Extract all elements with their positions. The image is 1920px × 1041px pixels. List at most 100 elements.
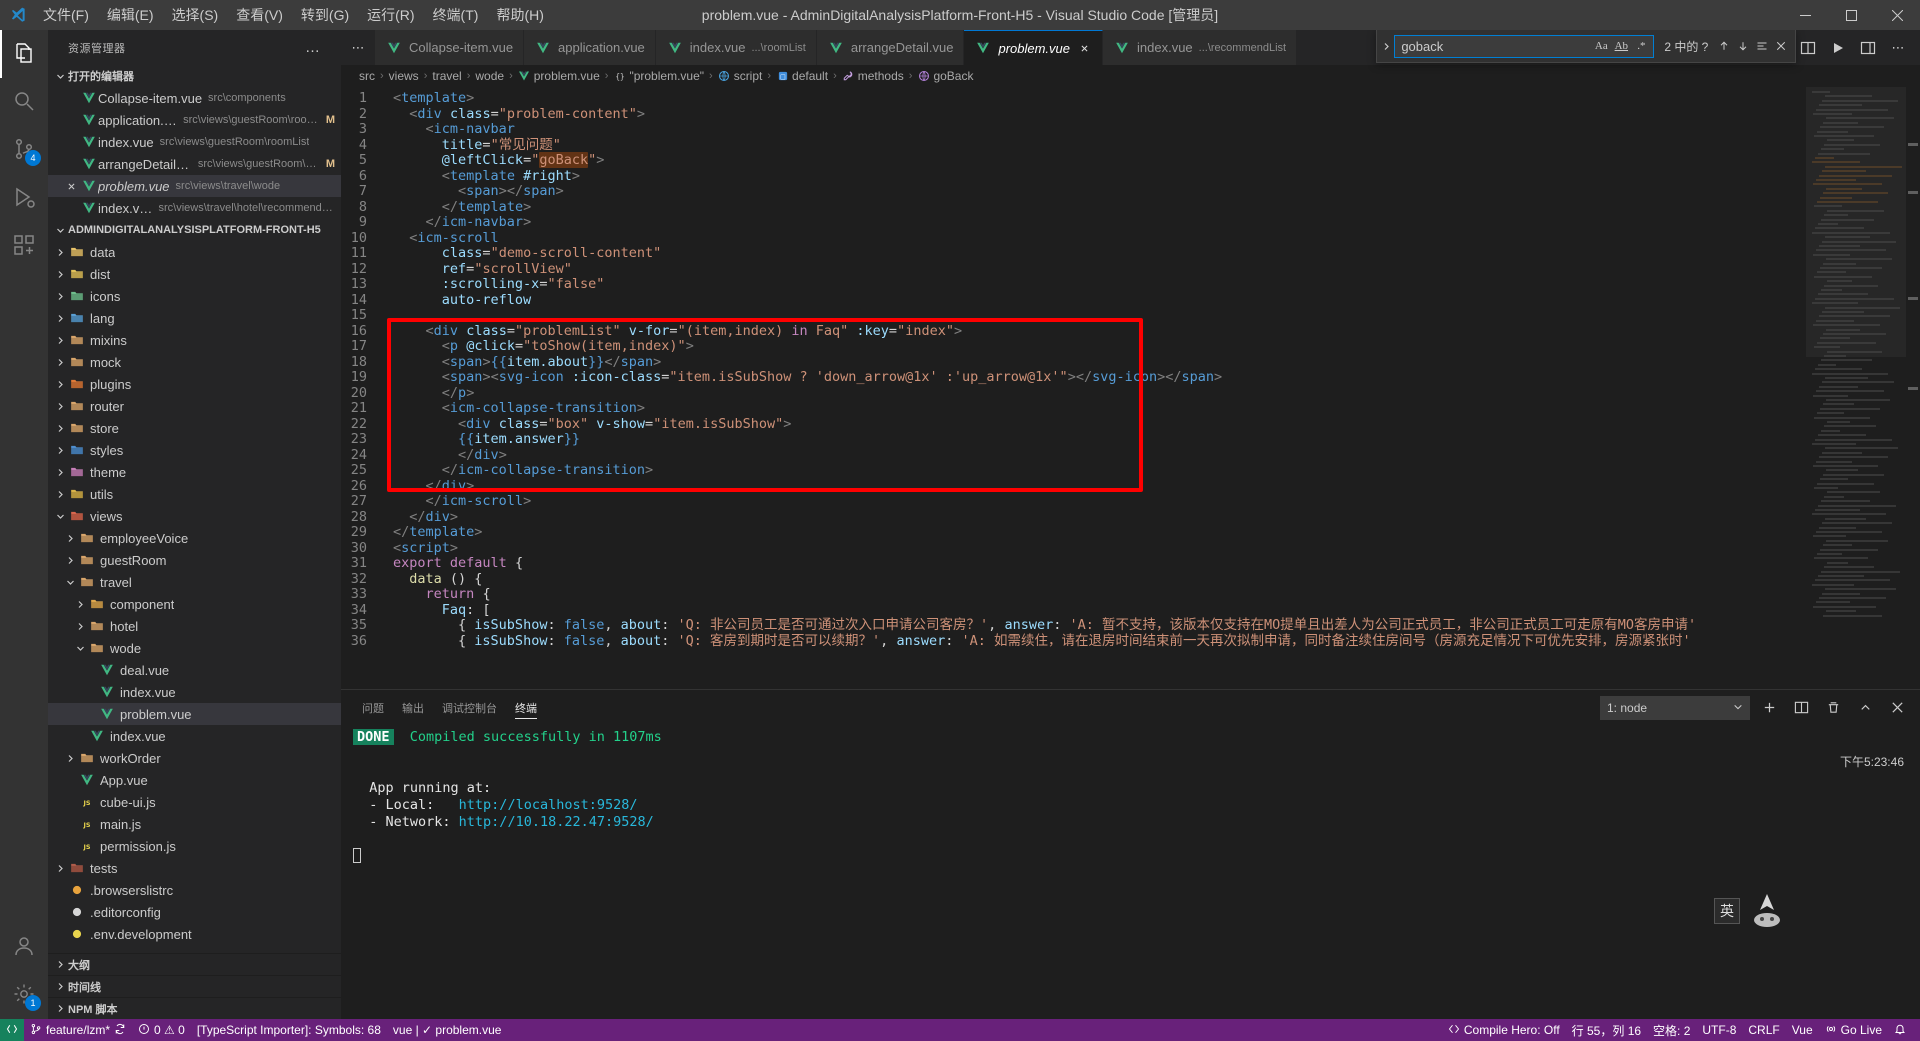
- network-url[interactable]: http://10.18.22.47:9528/: [459, 814, 654, 830]
- sidebar-section-npm-scripts[interactable]: NPM 脚本: [48, 997, 341, 1019]
- tree-folder[interactable]: mock: [48, 351, 341, 373]
- breadcrumb-item[interactable]: {} "problem.vue": [613, 69, 704, 83]
- breadcrumb-item[interactable]: script: [718, 69, 762, 83]
- chevron-right-icon[interactable]: [52, 464, 68, 480]
- find-input-wrap[interactable]: Aa Ab .*: [1394, 34, 1655, 58]
- tree-file[interactable]: deal.vue: [48, 659, 341, 681]
- close-icon[interactable]: [1874, 0, 1920, 30]
- split-editor-icon[interactable]: [1794, 30, 1822, 65]
- local-url[interactable]: http://localhost:9528/: [459, 797, 638, 813]
- sidebar-section-timeline[interactable]: 时间线: [48, 975, 341, 997]
- status-eol[interactable]: CRLF: [1742, 1019, 1785, 1041]
- open-editor-item[interactable]: index.vue src\views\guestRoom\roomList: [48, 131, 341, 153]
- regex-icon[interactable]: .*: [1631, 37, 1651, 56]
- menu-selection[interactable]: 选择(S): [163, 0, 228, 30]
- tree-folder[interactable]: store: [48, 417, 341, 439]
- tree-file[interactable]: JS main.js: [48, 813, 341, 835]
- tree-folder[interactable]: employeeVoice: [48, 527, 341, 549]
- chevron-right-icon[interactable]: [52, 266, 68, 282]
- breadcrumb-item[interactable]: src: [359, 69, 375, 83]
- menu-go[interactable]: 转到(G): [292, 0, 358, 30]
- chevron-up-icon[interactable]: [1852, 695, 1878, 721]
- status-language-mode[interactable]: Vue: [1786, 1019, 1819, 1041]
- menu-file[interactable]: 文件(F): [34, 0, 98, 30]
- editor-tab[interactable]: application.vue: [524, 30, 656, 65]
- chevron-right-icon[interactable]: [62, 750, 78, 766]
- close-icon[interactable]: [1884, 695, 1910, 721]
- tree-file[interactable]: index.vue: [48, 725, 341, 747]
- open-editor-item[interactable]: application.vue src\views\guestRoom\roomL…: [48, 109, 341, 131]
- maximize-icon[interactable]: [1828, 0, 1874, 30]
- chevron-right-icon[interactable]: [52, 442, 68, 458]
- chevron-right-icon[interactable]: [52, 376, 68, 392]
- tree-file[interactable]: .env.development: [48, 923, 341, 945]
- tree-folder[interactable]: utils: [48, 483, 341, 505]
- menu-terminal[interactable]: 终端(T): [424, 0, 488, 30]
- tree-file[interactable]: JS cube-ui.js: [48, 791, 341, 813]
- next-match-icon[interactable]: [1734, 36, 1753, 56]
- chevron-right-icon[interactable]: [52, 354, 68, 370]
- editor-tab[interactable]: problem.vue: [964, 30, 1104, 65]
- tree-file[interactable]: .editorconfig: [48, 901, 341, 923]
- toggle-replace-icon[interactable]: [1379, 30, 1394, 63]
- open-editor-item[interactable]: index.vue src\views\travel\hotel\recommen…: [48, 197, 341, 219]
- tree-file[interactable]: index.vue: [48, 681, 341, 703]
- minimize-icon[interactable]: [1782, 0, 1828, 30]
- status-notifications[interactable]: [1888, 1019, 1912, 1041]
- breadcrumb[interactable]: src › views › travel › wode › problem.vue › {} "pro…: [341, 65, 1920, 87]
- tree-file[interactable]: JS permission.js: [48, 835, 341, 857]
- match-case-icon[interactable]: Aa: [1591, 37, 1611, 56]
- tree-file[interactable]: problem.vue: [48, 703, 341, 725]
- chevron-right-icon[interactable]: [52, 244, 68, 260]
- panel-tab[interactable]: 终端: [506, 690, 546, 725]
- sidebar-section-outline[interactable]: 大纲: [48, 953, 341, 975]
- tree-folder[interactable]: lang: [48, 307, 341, 329]
- tree-folder[interactable]: wode: [48, 637, 341, 659]
- find-in-selection-icon[interactable]: [1753, 36, 1772, 56]
- menu-view[interactable]: 查看(V): [227, 0, 292, 30]
- status-ts-importer[interactable]: [TypeScript Importer]: Symbols: 68: [191, 1019, 387, 1041]
- layout-icon[interactable]: [1854, 30, 1882, 65]
- tree-folder[interactable]: icons: [48, 285, 341, 307]
- file-tree[interactable]: data dist icons lang mixins mock plugins router…: [48, 241, 341, 953]
- menu-help[interactable]: 帮助(H): [487, 0, 552, 30]
- sidebar-more-icon[interactable]: …: [305, 39, 321, 56]
- status-compile-hero[interactable]: Compile Hero: Off: [1442, 1019, 1566, 1041]
- chevron-right-icon[interactable]: [62, 530, 78, 546]
- breadcrumb-item[interactable]: problem.vue: [518, 69, 600, 83]
- breadcrumb-item[interactable]: goBack: [917, 69, 973, 83]
- tree-folder[interactable]: styles: [48, 439, 341, 461]
- overview-ruler[interactable]: [1906, 87, 1920, 689]
- minimap[interactable]: [1806, 87, 1906, 689]
- activity-accounts[interactable]: [0, 923, 48, 971]
- tree-folder[interactable]: theme: [48, 461, 341, 483]
- breadcrumb-item[interactable]: methods: [842, 69, 904, 83]
- chevron-right-icon[interactable]: [72, 596, 88, 612]
- activity-explorer[interactable]: [0, 30, 48, 78]
- terminal-selector[interactable]: 1: node: [1600, 695, 1750, 720]
- tree-file[interactable]: .browserslistrc: [48, 879, 341, 901]
- run-icon[interactable]: [1824, 30, 1852, 65]
- tree-folder[interactable]: data: [48, 241, 341, 263]
- terminal-output[interactable]: DONE Compiled successfully in 1107ms App…: [341, 725, 1920, 1019]
- chevron-down-icon[interactable]: [72, 640, 88, 656]
- panel-tab[interactable]: 调试控制台: [433, 690, 506, 725]
- menu-edit[interactable]: 编辑(E): [98, 0, 163, 30]
- remote-indicator[interactable]: [0, 1019, 24, 1041]
- tree-folder[interactable]: travel: [48, 571, 341, 593]
- project-section-title[interactable]: ADMINDIGITALANALYSISPLATFORM-FRONT-H5: [48, 219, 341, 241]
- menu-run[interactable]: 运行(R): [358, 0, 423, 30]
- open-editor-item[interactable]: Collapse-item.vue src\components: [48, 87, 341, 109]
- chevron-right-icon[interactable]: [52, 288, 68, 304]
- editor-tab[interactable]: index.vue ...\recommendList: [1103, 30, 1298, 65]
- editor-tab[interactable]: Collapse-item.vue: [375, 30, 525, 65]
- open-editors-section-title[interactable]: 打开的编辑器: [48, 65, 341, 87]
- activity-source-control[interactable]: 4: [0, 126, 48, 174]
- breadcrumb-item[interactable]: wode: [475, 69, 504, 83]
- add-terminal-icon[interactable]: [1756, 695, 1782, 721]
- tree-folder[interactable]: guestRoom: [48, 549, 341, 571]
- chevron-down-icon[interactable]: [52, 508, 68, 524]
- activity-extensions[interactable]: [0, 222, 48, 270]
- more-actions-icon[interactable]: ⋯: [1884, 30, 1912, 65]
- close-icon[interactable]: [62, 182, 80, 191]
